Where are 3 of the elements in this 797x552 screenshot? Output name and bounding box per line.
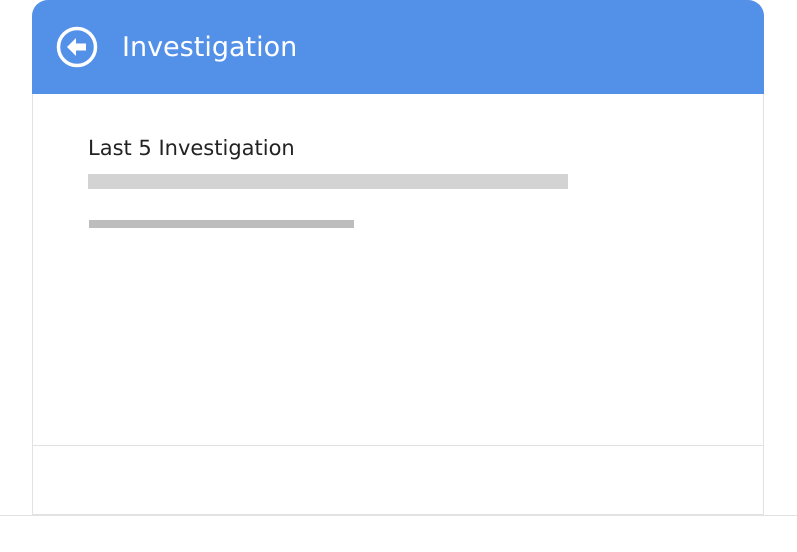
- back-icon[interactable]: [56, 26, 98, 68]
- header-title: Investigation: [122, 32, 298, 62]
- section-heading: Last 5 Investigation: [88, 135, 296, 162]
